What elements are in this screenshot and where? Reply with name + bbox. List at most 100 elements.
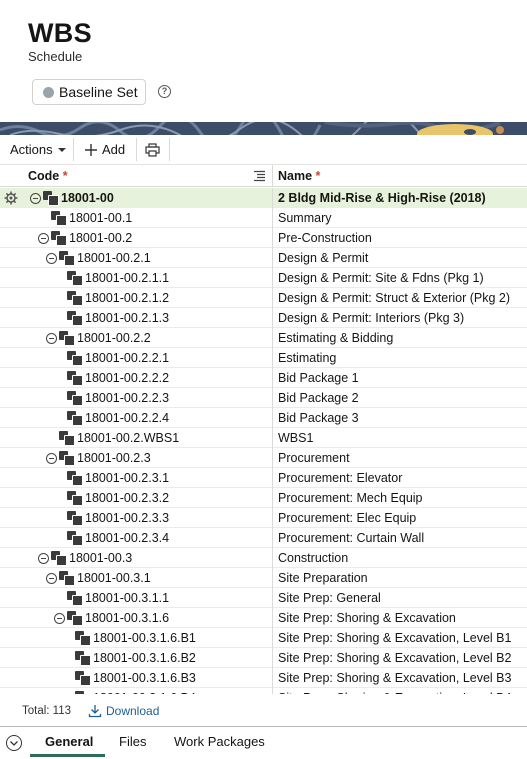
name-cell[interactable]: Site Prep: Shoring & Excavation, Level B…: [278, 648, 523, 668]
table-row[interactable]: 18001-00.2.2.1 Estimating: [0, 348, 527, 368]
table-row[interactable]: 18001-00.3.1.6 Site Prep: Shoring & Excav…: [0, 608, 527, 628]
code-cell[interactable]: 18001-00.2.3.3: [67, 508, 169, 528]
name-cell[interactable]: WBS1: [278, 428, 523, 448]
table-row[interactable]: 18001-00.2.2.4 Bid Package 3: [0, 408, 527, 428]
code-cell[interactable]: 18001-00.3.1.6.B3: [75, 668, 196, 688]
name-cell[interactable]: Site Prep: Shoring & Excavation: [278, 608, 523, 628]
table-row[interactable]: 18001-00.3.1.6.B3 Site Prep: Shoring & Ex…: [0, 668, 527, 688]
code-cell[interactable]: 18001-00.2.1.1: [67, 268, 169, 288]
code-cell[interactable]: 18001-00.2.3.4: [67, 528, 169, 548]
tab-files[interactable]: Files: [119, 734, 146, 749]
table-row[interactable]: 18001-00.3 Construction: [0, 548, 527, 568]
collapse-toggle-icon[interactable]: [46, 572, 57, 584]
table-row[interactable]: 18001-00.2.3.1 Procurement: Elevator: [0, 468, 527, 488]
tab-general[interactable]: General: [45, 734, 93, 749]
code-cell[interactable]: 18001-00.2.1: [46, 248, 151, 268]
code-cell[interactable]: 18001-00.3.1.6.B4: [75, 688, 196, 694]
download-link[interactable]: Download: [88, 704, 159, 718]
column-divider[interactable]: [272, 165, 273, 187]
name-cell[interactable]: Estimating & Bidding: [278, 328, 523, 348]
name-cell[interactable]: Site Prep: Shoring & Excavation, Level B…: [278, 688, 523, 694]
name-cell[interactable]: Summary: [278, 208, 523, 228]
name-cell[interactable]: Design & Permit: Site & Fdns (Pkg 1): [278, 268, 523, 288]
code-cell[interactable]: 18001-00.2.2: [46, 328, 151, 348]
code-cell[interactable]: 18001-00.2.2.3: [67, 388, 169, 408]
name-cell[interactable]: Procurement: Elevator: [278, 468, 523, 488]
collapse-panel-button[interactable]: [6, 735, 22, 751]
table-row[interactable]: 18001-00.3.1.1 Site Prep: General: [0, 588, 527, 608]
gear-icon[interactable]: [4, 191, 18, 205]
code-cell[interactable]: 18001-00.1: [51, 208, 132, 228]
collapse-toggle-icon[interactable]: [46, 252, 57, 264]
code-cell[interactable]: 18001-00.3.1.1: [67, 588, 169, 608]
table-row[interactable]: 18001-00.2.3 Procurement: [0, 448, 527, 468]
baseline-set-button[interactable]: Baseline Set: [32, 79, 146, 105]
code-cell[interactable]: 18001-00.2.3: [46, 448, 151, 468]
name-cell[interactable]: Estimating: [278, 348, 523, 368]
code-cell[interactable]: 18001-00.3.1.6.B2: [75, 648, 196, 668]
name-cell[interactable]: Site Prep: General: [278, 588, 523, 608]
name-cell[interactable]: Design & Permit: [278, 248, 523, 268]
table-row[interactable]: 18001-00.2.3.4 Procurement: Curtain Wall: [0, 528, 527, 548]
wrap-text-icon[interactable]: [253, 170, 266, 182]
name-cell[interactable]: Procurement: Mech Equip: [278, 488, 523, 508]
column-header-code[interactable]: Code *: [28, 169, 68, 183]
collapse-toggle-icon[interactable]: [46, 332, 57, 344]
table-row[interactable]: 18001-00.2.1.2 Design & Permit: Struct & …: [0, 288, 527, 308]
name-cell[interactable]: Pre-Construction: [278, 228, 523, 248]
table-row[interactable]: 18001-00.2.3.3 Procurement: Elec Equip: [0, 508, 527, 528]
name-cell[interactable]: Procurement: [278, 448, 523, 468]
table-row[interactable]: 18001-00.2.2.3 Bid Package 2: [0, 388, 527, 408]
name-cell[interactable]: Procurement: Elec Equip: [278, 508, 523, 528]
code-cell[interactable]: 18001-00.3.1.6.B1: [75, 628, 196, 648]
name-cell[interactable]: Site Preparation: [278, 568, 523, 588]
table-row[interactable]: 18001-00.2 Pre-Construction: [0, 228, 527, 248]
name-cell[interactable]: Bid Package 1: [278, 368, 523, 388]
tab-work-packages[interactable]: Work Packages: [174, 734, 265, 749]
code-cell[interactable]: 18001-00.2: [38, 228, 132, 248]
code-cell[interactable]: 18001-00.2.2.2: [67, 368, 169, 388]
table-row[interactable]: 18001-00 2 Bldg Mid-Rise & High-Rise (201…: [0, 188, 527, 208]
help-icon[interactable]: ?: [158, 85, 171, 98]
code-cell[interactable]: 18001-00.2.1.2: [67, 288, 169, 308]
code-cell[interactable]: 18001-00.2.3.2: [67, 488, 169, 508]
code-cell[interactable]: 18001-00.2.1.3: [67, 308, 169, 328]
table-row[interactable]: 18001-00.2.2.2 Bid Package 1: [0, 368, 527, 388]
table-row[interactable]: 18001-00.2.1 Design & Permit: [0, 248, 527, 268]
collapse-toggle-icon[interactable]: [46, 452, 57, 464]
code-cell[interactable]: 18001-00.3: [38, 548, 132, 568]
name-cell[interactable]: Construction: [278, 548, 523, 568]
name-cell[interactable]: Design & Permit: Interiors (Pkg 3): [278, 308, 523, 328]
table-row[interactable]: 18001-00.3.1.6.B4 Site Prep: Shoring & Ex…: [0, 688, 527, 694]
code-cell[interactable]: 18001-00.2.WBS1: [59, 428, 179, 448]
collapse-toggle-icon[interactable]: [38, 552, 49, 564]
add-button[interactable]: Add: [84, 135, 125, 164]
code-cell[interactable]: 18001-00.3.1.6: [54, 608, 169, 628]
name-cell[interactable]: Site Prep: Shoring & Excavation, Level B…: [278, 628, 523, 648]
actions-menu-button[interactable]: Actions: [10, 135, 67, 164]
table-row[interactable]: 18001-00.1 Summary: [0, 208, 527, 228]
collapse-toggle-icon[interactable]: [38, 232, 49, 244]
code-cell[interactable]: 18001-00: [30, 188, 114, 208]
name-cell[interactable]: Design & Permit: Struct & Exterior (Pkg …: [278, 288, 523, 308]
table-row[interactable]: 18001-00.3.1.6.B2 Site Prep: Shoring & Ex…: [0, 648, 527, 668]
table-row[interactable]: 18001-00.2.3.2 Procurement: Mech Equip: [0, 488, 527, 508]
table-row[interactable]: 18001-00.3.1.6.B1 Site Prep: Shoring & Ex…: [0, 628, 527, 648]
collapse-toggle-icon[interactable]: [54, 612, 65, 624]
collapse-toggle-icon[interactable]: [30, 192, 41, 204]
code-cell[interactable]: 18001-00.2.2.4: [67, 408, 169, 428]
name-cell[interactable]: Bid Package 3: [278, 408, 523, 428]
code-cell[interactable]: 18001-00.2.2.1: [67, 348, 169, 368]
table-row[interactable]: 18001-00.2.1.1 Design & Permit: Site & Fd…: [0, 268, 527, 288]
column-header-name[interactable]: Name *: [278, 169, 320, 183]
table-row[interactable]: 18001-00.2.WBS1 WBS1: [0, 428, 527, 448]
table-row[interactable]: 18001-00.3.1 Site Preparation: [0, 568, 527, 588]
name-cell[interactable]: Site Prep: Shoring & Excavation, Level B…: [278, 668, 523, 688]
table-row[interactable]: 18001-00.2.2 Estimating & Bidding: [0, 328, 527, 348]
code-cell[interactable]: 18001-00.2.3.1: [67, 468, 169, 488]
name-cell[interactable]: Procurement: Curtain Wall: [278, 528, 523, 548]
print-button[interactable]: [145, 135, 160, 164]
name-cell[interactable]: 2 Bldg Mid-Rise & High-Rise (2018): [278, 188, 523, 208]
name-cell[interactable]: Bid Package 2: [278, 388, 523, 408]
table-row[interactable]: 18001-00.2.1.3 Design & Permit: Interiors…: [0, 308, 527, 328]
